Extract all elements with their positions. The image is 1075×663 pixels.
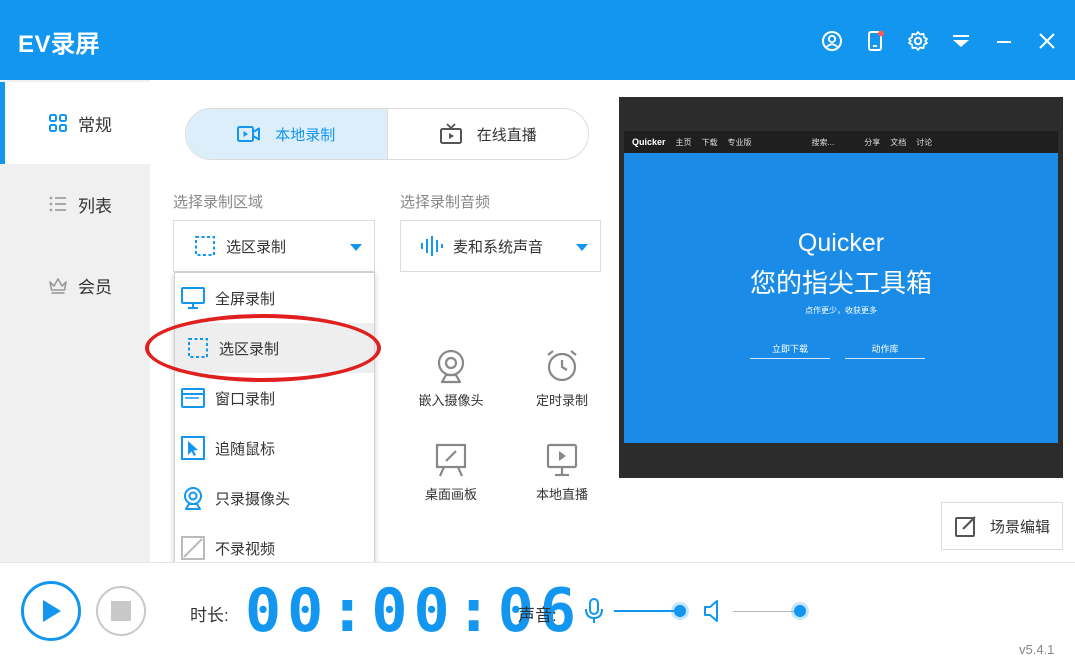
tool-desktop-board[interactable]: 桌面画板: [401, 442, 501, 503]
webcam-icon: [184, 487, 202, 510]
crown-icon: [49, 278, 67, 294]
preview-headline: Quicker: [797, 229, 885, 257]
sound-label: 声音:: [518, 606, 557, 625]
speaker-volume-knob[interactable]: [794, 605, 806, 617]
gear-icon[interactable]: [905, 28, 931, 54]
preview-nav-download: 下载: [701, 137, 718, 147]
preview-search: 搜索...: [811, 137, 835, 147]
microphone-icon[interactable]: [583, 598, 605, 624]
option-follow-mouse[interactable]: 追随鼠标: [175, 423, 374, 473]
option-label: 追随鼠标: [215, 440, 276, 458]
sidebar-item-list[interactable]: 列表: [0, 163, 150, 245]
dashed-square-icon: [188, 338, 208, 358]
window-icon: [181, 388, 205, 408]
dropdown-menu-icon[interactable]: [948, 28, 974, 54]
tool-label: 定时录制: [535, 393, 588, 408]
webcam-icon: [437, 349, 465, 384]
tool-label: 本地直播: [535, 487, 588, 502]
preview-subheadline: 您的指尖工具箱: [749, 268, 932, 298]
sidebar-item-member[interactable]: 会员: [0, 244, 150, 326]
monitor-icon: [181, 287, 205, 309]
video-camera-icon: [237, 126, 261, 142]
tab-label: 本地录制: [275, 126, 336, 144]
app-title: EV录屏: [18, 31, 101, 58]
scene-edit-button[interactable]: 场景编辑: [941, 502, 1063, 550]
tab-label: 在线直播: [476, 126, 537, 144]
tool-label: 桌面画板: [424, 487, 477, 502]
mode-tabs: 本地录制 在线直播: [185, 108, 589, 160]
play-button[interactable]: [21, 581, 81, 641]
speaker-volume-track[interactable]: [733, 611, 800, 612]
preview-nav-discuss: 讨论: [916, 137, 933, 147]
preview-nav-docs: 文档: [890, 137, 907, 147]
alarm-clock-icon: [547, 350, 577, 382]
tool-timed-record[interactable]: 定时录制: [512, 348, 612, 409]
tool-embed-webcam[interactable]: 嵌入摄像头: [401, 348, 501, 409]
option-webcam-only[interactable]: 只录摄像头: [175, 473, 374, 523]
play-icon: [43, 600, 61, 622]
preview-actions-button: 动作库: [845, 339, 925, 359]
record-area-label: 选择录制区域: [173, 194, 264, 211]
easel-icon: [435, 443, 467, 477]
option-label: 只录摄像头: [215, 490, 291, 508]
record-audio-value: 麦和系统声音: [453, 238, 544, 256]
preview-brand: Quicker: [632, 137, 666, 147]
record-area-dropdown: 全屏录制 选区录制 窗口录制 追随鼠标 只录摄像头 不录视频: [174, 272, 375, 574]
option-label: 窗口录制: [215, 390, 276, 408]
sidebar-item-general[interactable]: 常规: [0, 82, 150, 164]
mic-volume-track[interactable]: [614, 610, 680, 612]
record-audio-select[interactable]: 麦和系统声音: [400, 220, 601, 272]
preview-nav-pro: 专业版: [727, 137, 752, 147]
close-icon[interactable]: [1034, 28, 1060, 54]
mic-volume-knob[interactable]: [674, 605, 686, 617]
phone-icon[interactable]: [862, 28, 888, 54]
tool-label: 嵌入摄像头: [418, 393, 484, 408]
option-label: 全屏录制: [215, 290, 276, 308]
preview-nav-share: 分享: [864, 137, 881, 147]
preview-navbar: Quicker 主页 下载 专业版 搜索... 分享 文档 讨论: [624, 131, 1058, 153]
no-video-icon: [181, 536, 205, 560]
record-area-value: 选区录制: [226, 238, 287, 256]
list-icon: [49, 196, 66, 212]
edit-icon: [954, 516, 976, 537]
sidebar-item-label: 列表: [78, 196, 112, 216]
record-audio-label: 选择录制音频: [400, 194, 491, 211]
option-label: 选区录制: [219, 340, 280, 358]
preview-panel: Quicker 主页 下载 专业版 搜索... 分享 文档 讨论 Quicker…: [619, 97, 1063, 478]
option-window[interactable]: 窗口录制: [175, 373, 374, 423]
preview-nav-home: 主页: [675, 137, 692, 147]
monitor-play-icon: [546, 443, 578, 477]
tv-icon: [439, 123, 462, 144]
sidebar: 常规 列表 会员: [0, 80, 150, 562]
tab-local-record[interactable]: 本地录制: [186, 109, 387, 159]
option-region[interactable]: 选区录制: [175, 323, 374, 373]
option-fullscreen[interactable]: 全屏录制: [175, 273, 374, 323]
preview-tagline: 点作更少，收获更多: [805, 306, 877, 315]
option-label: 不录视频: [215, 540, 276, 558]
speaker-icon[interactable]: [703, 599, 725, 623]
sidebar-item-label: 常规: [78, 115, 112, 135]
title-bar: EV录屏: [0, 0, 1075, 80]
cursor-icon: [181, 436, 205, 460]
tool-local-live[interactable]: 本地直播: [512, 442, 612, 503]
user-icon[interactable]: [819, 28, 845, 54]
tab-online-live[interactable]: 在线直播: [386, 109, 589, 159]
stop-icon: [111, 601, 131, 621]
scene-edit-label: 场景编辑: [989, 518, 1050, 536]
stop-button[interactable]: [96, 586, 146, 636]
dashed-square-icon: [195, 236, 215, 256]
record-area-select[interactable]: 选区录制: [173, 220, 375, 272]
chevron-down-icon: [350, 244, 362, 251]
sidebar-item-label: 会员: [78, 277, 112, 297]
active-indicator: [0, 82, 5, 164]
audio-wave-icon: [421, 236, 443, 256]
version-label: v5.4.1: [1019, 642, 1055, 657]
duration-label: 时长:: [190, 606, 229, 625]
chevron-down-icon: [576, 244, 588, 251]
preview-download-button: 立即下载: [750, 339, 830, 359]
minimize-icon[interactable]: [991, 28, 1017, 54]
grid-icon: [49, 114, 67, 132]
